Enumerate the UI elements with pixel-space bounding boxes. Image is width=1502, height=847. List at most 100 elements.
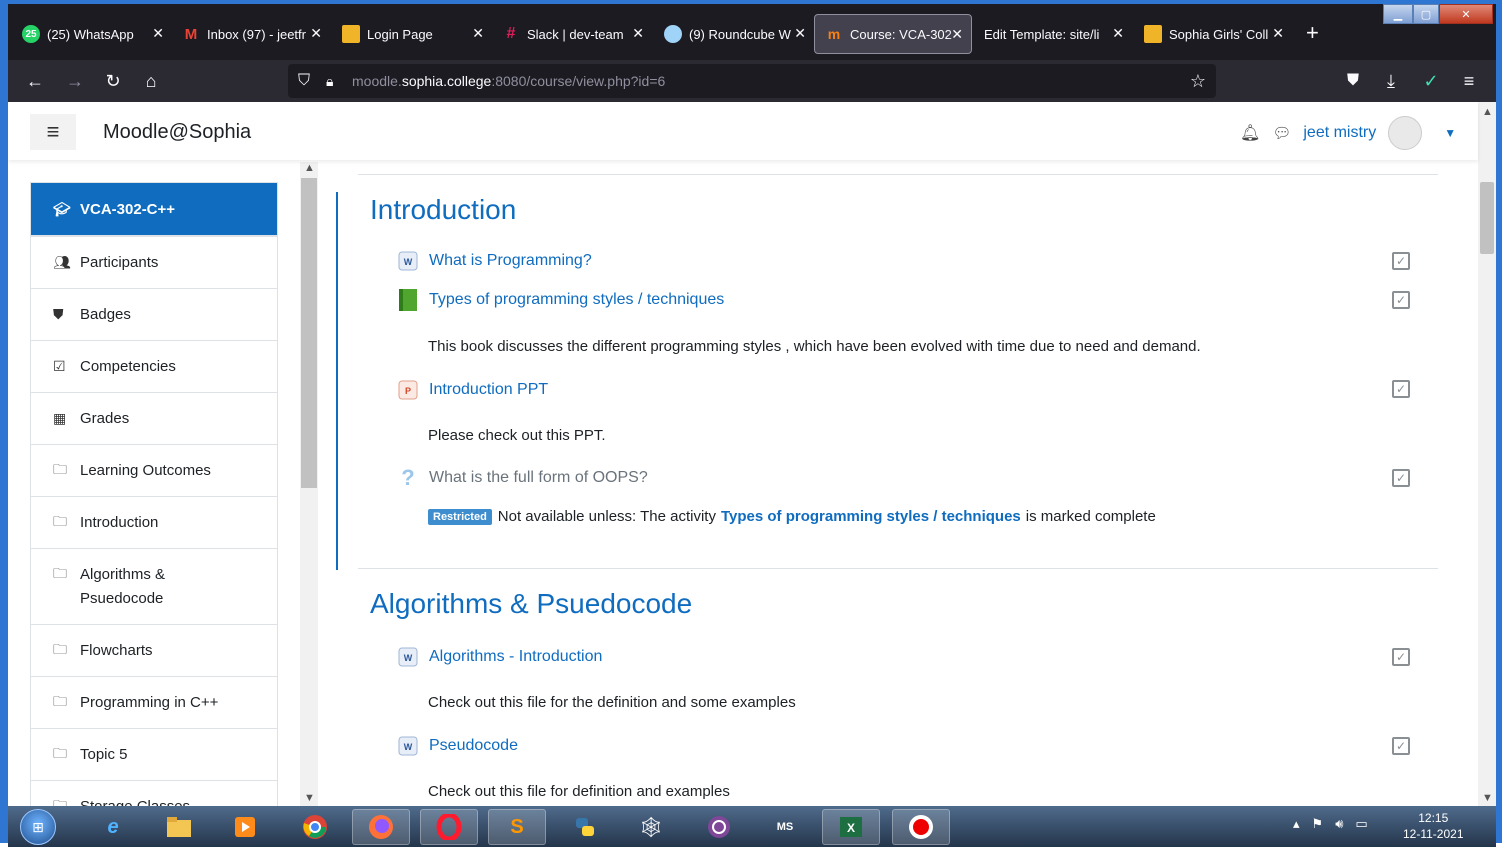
sidebar-item-algorithms[interactable]: 🗀 Algorithms & Psuedocode	[30, 548, 278, 625]
completion-checkbox[interactable]: ✓	[1392, 648, 1410, 666]
url-text[interactable]: moodle.sophia.college:8080/course/view.p…	[352, 73, 665, 89]
new-tab-button[interactable]: +	[1306, 22, 1319, 44]
scroll-down-icon[interactable]: ▼	[1482, 792, 1493, 804]
spider-icon[interactable]: 🕸︎	[622, 809, 680, 845]
completion-checkbox[interactable]: ✓	[1392, 252, 1410, 270]
close-tab-icon[interactable]: ✕	[152, 25, 164, 42]
restriction-activity-link[interactable]: Types of programming styles / techniques	[721, 508, 1021, 525]
close-tab-icon[interactable]: ✕	[1272, 25, 1284, 42]
activity-oops-quiz: ? What is the full form of OOPS?	[396, 464, 647, 492]
firefox-icon[interactable]	[352, 809, 410, 845]
download-icon[interactable]: ⤓	[1378, 68, 1404, 94]
reload-icon[interactable]: ↻	[100, 68, 126, 94]
back-icon[interactable]: ←	[22, 68, 48, 94]
user-name[interactable]: jeet mistry	[1303, 124, 1376, 142]
section-title-introduction[interactable]: Introduction	[370, 194, 516, 226]
close-tab-icon[interactable]: ✕	[794, 25, 806, 42]
sidebar-item-storage-classes[interactable]: 🗀 Storage Classes	[30, 780, 278, 806]
scrollbar-thumb[interactable]	[1480, 182, 1494, 254]
roundcube-icon	[664, 25, 682, 43]
nav-bar: ← → ↻ ⌂ ⛉ 🔒︎ moodle.sophia.college:8080/…	[8, 60, 1496, 102]
maximize-button[interactable]: ▢	[1413, 4, 1439, 24]
scrollbar-thumb[interactable]	[301, 178, 317, 488]
chrome-icon[interactable]	[286, 809, 344, 845]
completion-checkbox[interactable]: ✓	[1392, 737, 1410, 755]
ms-project-icon[interactable]: MS	[756, 809, 814, 845]
activity-introduction-ppt[interactable]: P Introduction PPT	[396, 376, 548, 404]
tab-login-page[interactable]: Login Page ✕	[332, 14, 492, 54]
tab-strip: 25 (25) WhatsApp ✕ M Inbox (97) - jeetfr…	[8, 4, 1496, 60]
tab-roundcube[interactable]: (9) Roundcube W ✕	[654, 14, 814, 54]
menu-icon[interactable]: ≡	[1456, 68, 1482, 94]
pocket-icon[interactable]: ⛊	[1340, 68, 1366, 94]
close-tab-icon[interactable]: ✕	[472, 25, 484, 42]
start-button[interactable]: ⊞	[20, 809, 56, 845]
completion-checkbox[interactable]: ✓	[1392, 469, 1410, 487]
network-icon[interactable]: ▭	[1355, 816, 1367, 832]
lock-icon[interactable]: 🔒︎	[326, 73, 333, 90]
message-icon[interactable]: 💬︎	[1272, 124, 1291, 142]
site-name[interactable]: Moodle@Sophia	[103, 121, 251, 144]
page-scrollbar[interactable]: ▲ ▼	[1478, 102, 1496, 806]
scroll-down-icon[interactable]: ▼	[304, 792, 315, 804]
sidebar-item-course[interactable]: 🎓︎ VCA-302-C++	[30, 182, 278, 236]
sidebar-item-flowcharts[interactable]: 🗀 Flowcharts	[30, 624, 278, 677]
tab-slack[interactable]: # Slack | dev-team ✕	[492, 14, 652, 54]
hamburger-menu-button[interactable]: ≡	[30, 114, 76, 150]
close-tab-icon[interactable]: ✕	[632, 25, 644, 42]
avatar[interactable]	[1388, 116, 1423, 150]
bookmark-star-icon[interactable]: ☆	[1190, 71, 1206, 92]
activity-what-is-programming[interactable]: W What is Programming?	[396, 247, 592, 275]
minimize-button[interactable]: ▁	[1383, 4, 1413, 24]
python-icon[interactable]	[556, 809, 614, 845]
tray-expand-icon[interactable]: ▴	[1293, 816, 1300, 832]
sidebar-item-programming[interactable]: 🗀 Programming in C++	[30, 676, 278, 729]
url-bar[interactable]: ⛉ 🔒︎ moodle.sophia.college:8080/course/v…	[288, 64, 1216, 98]
sidebar-item-participants[interactable]: 👥︎ Participants	[30, 236, 278, 289]
sidebar-scrollbar[interactable]: ▲ ▼	[300, 162, 318, 806]
tab-course[interactable]: m Course: VCA-302 ✕	[814, 14, 972, 54]
sublime-icon[interactable]: S	[488, 809, 546, 845]
close-tab-icon[interactable]: ✕	[310, 25, 322, 42]
bell-icon[interactable]: 🔔︎	[1240, 123, 1260, 143]
record-icon[interactable]	[892, 809, 950, 845]
tab-whatsapp[interactable]: 25 (25) WhatsApp ✕	[12, 14, 172, 54]
home-icon[interactable]: ⌂	[138, 68, 164, 94]
extension-check-icon[interactable]: ✓	[1418, 68, 1444, 94]
tab-edit-template[interactable]: Edit Template: site/li ✕	[974, 14, 1132, 54]
media-player-icon[interactable]	[216, 809, 274, 845]
activity-programming-styles[interactable]: Types of programming styles / techniques	[396, 286, 724, 314]
sidebar-item-badges[interactable]: ⛊ Badges	[30, 288, 278, 341]
tab-sophia[interactable]: Sophia Girls' Coll ✕	[1134, 14, 1292, 54]
svg-text:W: W	[404, 257, 413, 267]
chevron-down-icon[interactable]: ▼	[1444, 126, 1456, 140]
scroll-up-icon[interactable]: ▲	[304, 162, 315, 174]
completion-checkbox[interactable]: ✓	[1392, 380, 1410, 398]
excel-icon[interactable]: X	[822, 809, 880, 845]
close-tab-icon[interactable]: ✕	[1112, 25, 1124, 42]
slack-icon: #	[506, 25, 516, 42]
flag-icon[interactable]: ⚑	[1312, 816, 1324, 832]
volume-icon[interactable]: 🔊︎	[1335, 816, 1343, 832]
completion-checkbox[interactable]: ✓	[1392, 291, 1410, 309]
opera-icon[interactable]	[420, 809, 478, 845]
forward-icon[interactable]: →	[62, 68, 88, 94]
section-title-algorithms[interactable]: Algorithms & Psuedocode	[370, 588, 692, 620]
activity-algorithms-introduction[interactable]: W Algorithms - Introduction	[396, 643, 602, 671]
sidebar-item-learning-outcomes[interactable]: 🗀 Learning Outcomes	[30, 444, 278, 497]
activity-description: Check out this file for the definition a…	[428, 694, 796, 711]
scroll-up-icon[interactable]: ▲	[1482, 106, 1493, 118]
file-explorer-icon[interactable]	[150, 809, 208, 845]
activity-pseudocode[interactable]: W Pseudocode	[396, 732, 518, 760]
sidebar-item-introduction[interactable]: 🗀 Introduction	[30, 496, 278, 549]
shield-icon[interactable]: ⛉	[298, 72, 310, 90]
clock[interactable]: 12:15 12-11-2021	[1403, 810, 1464, 842]
ie-icon[interactable]: e	[84, 809, 142, 845]
close-window-button[interactable]: ✕	[1439, 4, 1493, 24]
close-tab-icon[interactable]: ✕	[951, 26, 963, 43]
sidebar-item-grades[interactable]: ▦ Grades	[30, 392, 278, 445]
tor-icon[interactable]	[690, 809, 748, 845]
sidebar-item-competencies[interactable]: ☑ Competencies	[30, 340, 278, 393]
sidebar-item-topic-5[interactable]: 🗀 Topic 5	[30, 728, 278, 781]
tab-gmail[interactable]: M Inbox (97) - jeetfr ✕	[172, 14, 330, 54]
